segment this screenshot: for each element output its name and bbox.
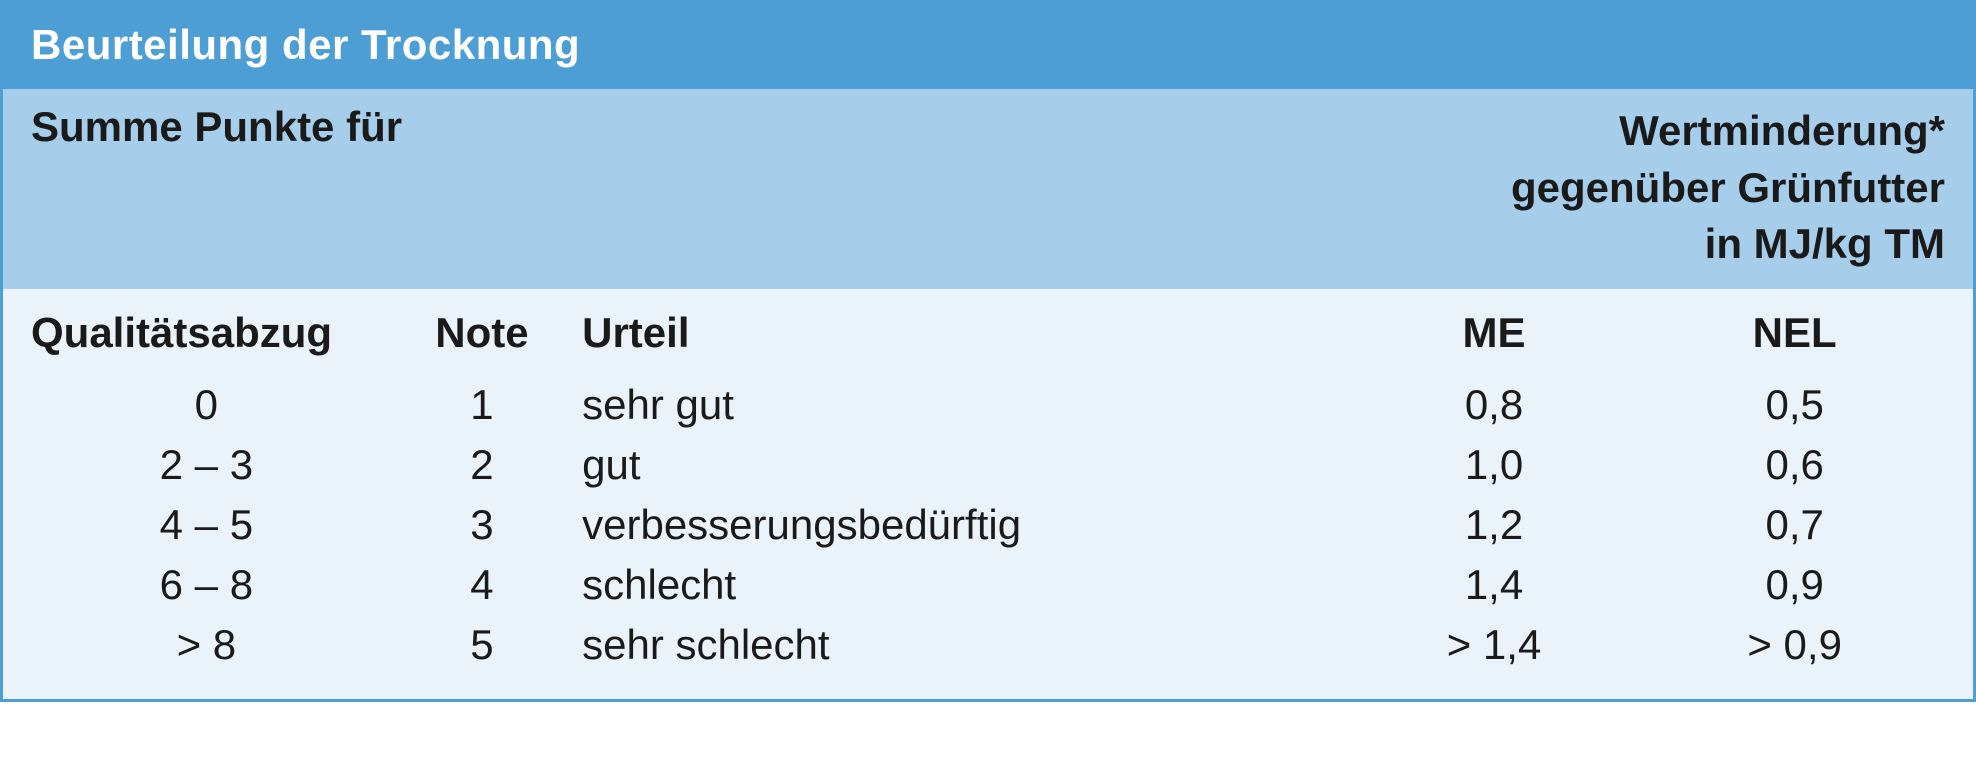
- cell-note: 5: [382, 615, 582, 675]
- cell-nel: 0,7: [1644, 495, 1945, 555]
- cell-nel: 0,5: [1644, 375, 1945, 435]
- cell-urteil: sehr schlecht: [582, 615, 1344, 675]
- cell-me: > 1,4: [1344, 615, 1645, 675]
- col-qualitaetsabzug: Qualitätsabzug: [31, 303, 382, 375]
- header-right-label: Wertminderung* gegenüber Grünfutter in M…: [1511, 103, 1945, 273]
- cell-nel: > 0,9: [1644, 615, 1945, 675]
- cell-me: 1,4: [1344, 555, 1645, 615]
- col-nel: NEL: [1644, 303, 1945, 375]
- cell-nel: 0,6: [1644, 435, 1945, 495]
- cell-nel: 0,9: [1644, 555, 1945, 615]
- table-header-band: Summe Punkte für Wertminderung* gegenübe…: [3, 89, 1973, 289]
- header-right-line2: gegenüber Grünfutter: [1511, 160, 1945, 217]
- cell-note: 2: [382, 435, 582, 495]
- cell-urteil: schlecht: [582, 555, 1344, 615]
- table-title: Beurteilung der Trocknung: [3, 3, 1973, 89]
- table-row: 0 1 sehr gut 0,8 0,5: [31, 375, 1945, 435]
- table-row: > 8 5 sehr schlecht > 1,4 > 0,9: [31, 615, 1945, 675]
- table-body: Qualitätsabzug Note Urteil ME NEL 0 1 se…: [3, 289, 1973, 699]
- cell-me: 1,0: [1344, 435, 1645, 495]
- cell-note: 3: [382, 495, 582, 555]
- cell-qual: 0: [31, 375, 382, 435]
- cell-urteil: sehr gut: [582, 375, 1344, 435]
- header-right-line3: in MJ/kg TM: [1511, 216, 1945, 273]
- cell-note: 1: [382, 375, 582, 435]
- header-right-line1: Wertminderung*: [1511, 103, 1945, 160]
- data-table: Qualitätsabzug Note Urteil ME NEL 0 1 se…: [31, 303, 1945, 675]
- table-row: 6 – 8 4 schlecht 1,4 0,9: [31, 555, 1945, 615]
- cell-me: 0,8: [1344, 375, 1645, 435]
- column-header-row: Qualitätsabzug Note Urteil ME NEL: [31, 303, 1945, 375]
- cell-note: 4: [382, 555, 582, 615]
- table-row: 2 – 3 2 gut 1,0 0,6: [31, 435, 1945, 495]
- cell-qual: > 8: [31, 615, 382, 675]
- col-note: Note: [382, 303, 582, 375]
- header-left-label: Summe Punkte für: [31, 103, 402, 151]
- cell-qual: 6 – 8: [31, 555, 382, 615]
- cell-me: 1,2: [1344, 495, 1645, 555]
- table-row: 4 – 5 3 verbesserungsbedürftig 1,2 0,7: [31, 495, 1945, 555]
- cell-qual: 4 – 5: [31, 495, 382, 555]
- drying-assessment-table: Beurteilung der Trocknung Summe Punkte f…: [0, 0, 1976, 702]
- cell-qual: 2 – 3: [31, 435, 382, 495]
- col-me: ME: [1344, 303, 1645, 375]
- col-urteil: Urteil: [582, 303, 1344, 375]
- cell-urteil: gut: [582, 435, 1344, 495]
- cell-urteil: verbesserungsbedürftig: [582, 495, 1344, 555]
